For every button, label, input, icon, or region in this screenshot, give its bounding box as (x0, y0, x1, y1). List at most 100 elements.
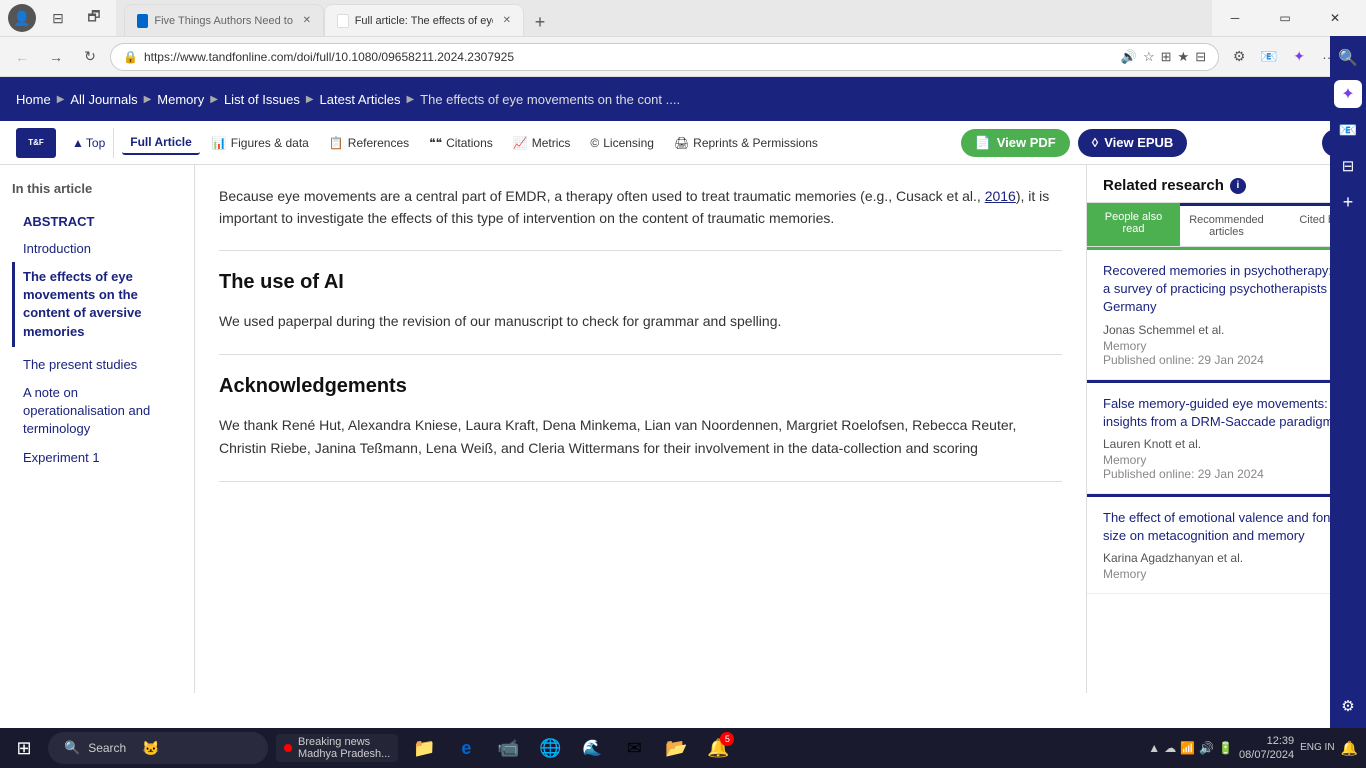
taskbar-search-text: Search (88, 741, 126, 755)
restore-icon[interactable]: 🗗 (80, 4, 108, 32)
back-button[interactable]: ← (8, 43, 36, 71)
related-item-2-title[interactable]: False memory-guided eye movements: insig… (1103, 395, 1350, 431)
taskbar-clock[interactable]: 12:39 08/07/2024 (1239, 734, 1294, 763)
collections-icon[interactable]: ⊟ (1195, 49, 1206, 65)
tab1-close[interactable]: ✕ (303, 15, 311, 26)
reprints-btn[interactable]: 🖨 Reprints & Permissions (666, 132, 826, 154)
tab-2[interactable]: Full article: The effects of eye mo... ✕ (324, 4, 524, 36)
edge-side-settings-icon[interactable]: ⚙ (1334, 692, 1362, 693)
sidebar-effects[interactable]: The effects of eye movements on the cont… (12, 262, 182, 347)
language-indicator[interactable]: ENG IN (1300, 742, 1334, 754)
full-article-btn[interactable]: Full Article (122, 131, 200, 155)
related-item-1-author: Jonas Schemmel et al. (1103, 323, 1350, 337)
maximize-button[interactable]: ▭ (1262, 0, 1308, 36)
url-bar[interactable]: 🔒 https://www.tandfonline.com/doi/full/1… (110, 43, 1219, 71)
taskbar: ⊞ 🔍 Search 🐱 Breaking news Madhya Prades… (0, 728, 1366, 768)
related-item-1: Recovered memories in psychotherapy: a s… (1087, 247, 1366, 380)
view-pdf-button[interactable]: 📄 View PDF (961, 129, 1070, 157)
references-btn[interactable]: 📋 References (321, 132, 417, 154)
related-item-3-title[interactable]: The effect of emotional valence and font… (1103, 509, 1350, 545)
favorites-icon[interactable]: ★ (1178, 49, 1190, 65)
start-button[interactable]: ⊞ (8, 732, 40, 764)
latest-articles-link[interactable]: Latest Articles (320, 92, 401, 107)
licensing-btn[interactable]: © Licensing (582, 132, 662, 154)
tab-groups-icon[interactable]: ⊟ (44, 4, 72, 32)
acknowledgements-heading: Acknowledgements (219, 375, 1062, 398)
left-sidebar: In this article ABSTRACT Introduction Th… (0, 165, 195, 693)
taskbar-mail[interactable]: ✉ (616, 730, 652, 766)
minimize-button[interactable]: ─ (1212, 0, 1258, 36)
sidebar-introduction[interactable]: Introduction (12, 235, 182, 262)
tab-icon[interactable]: ⊞ (1161, 49, 1172, 65)
new-tab-button[interactable]: + (524, 8, 556, 36)
sidebar-present-studies[interactable]: The present studies (12, 351, 182, 378)
taskbar-search-box[interactable]: 🔍 Search 🐱 (48, 732, 268, 764)
reprints-icon: 🖨 (674, 136, 689, 150)
address-bar: ← → ↻ 🔒 https://www.tandfonline.com/doi/… (0, 37, 1366, 77)
notifications-bell[interactable]: 🔔 (1341, 740, 1358, 757)
close-button[interactable]: ✕ (1312, 0, 1358, 36)
tray-up-arrow[interactable]: ▲ (1148, 741, 1160, 755)
people-also-read-tab[interactable]: People also read (1087, 203, 1180, 246)
intro-text-1: Because eye movements are a central part… (219, 188, 985, 204)
edge-side-collections-icon[interactable]: ⊟ (1334, 165, 1362, 180)
tab2-favicon (337, 14, 349, 28)
taskbar-edge-2[interactable]: 🌊 (574, 730, 610, 766)
current-date: 08/07/2024 (1239, 748, 1294, 762)
sidebar-abstract[interactable]: ABSTRACT (12, 208, 182, 235)
references-icon: 📋 (329, 136, 344, 150)
edge-sidebar: 🔍 ✦ 📧 ⊟ + ⚙ (1330, 165, 1366, 693)
related-item-2-author: Lauren Knott et al. (1103, 437, 1350, 451)
related-item-1-title[interactable]: Recovered memories in psychotherapy: a s… (1103, 262, 1350, 317)
copilot-icon[interactable]: ✦ (1285, 43, 1313, 71)
metrics-btn[interactable]: 📈 Metrics (505, 132, 579, 154)
cloud-icon[interactable]: ☁ (1164, 741, 1176, 755)
read-aloud-icon[interactable]: 🔊 (1121, 49, 1137, 65)
citations-icon: ❝❝ (429, 136, 442, 150)
metrics-icon: 📈 (513, 136, 528, 150)
sidebar-experiment1[interactable]: Experiment 1 (12, 444, 182, 471)
tab1-favicon (137, 14, 148, 28)
related-item-3-author: Karina Agadzhanyan et al. (1103, 551, 1350, 565)
outlook-icon[interactable]: 📧 (1255, 43, 1283, 71)
all-journals-link[interactable]: All Journals (70, 92, 137, 107)
citations-btn[interactable]: ❝❝ Citations (421, 132, 501, 154)
related-research-info-icon[interactable]: i (1230, 178, 1246, 194)
related-research-header: Related research i (1087, 165, 1366, 203)
tab2-label: Full article: The effects of eye mo... (355, 15, 493, 27)
taskbar-folder[interactable]: 📂 (658, 730, 694, 766)
browser-essentials-icon[interactable]: ⚙ (1225, 43, 1253, 71)
news-sub-text: Madhya Pradesh... (298, 748, 390, 760)
related-item-2: False memory-guided eye movements: insig… (1087, 380, 1366, 494)
taskbar-zoom[interactable]: 📹 (490, 730, 526, 766)
tab2-close[interactable]: ✕ (503, 15, 511, 26)
tab-1[interactable]: Five Things Authors Need to Kno... ✕ (124, 4, 324, 36)
breadcrumb-current: The effects of eye movements on the cont… (420, 92, 680, 107)
sidebar-note[interactable]: A note on operationalisation and termino… (12, 378, 182, 445)
intro-link[interactable]: 2016 (985, 188, 1016, 204)
figures-icon: 📊 (212, 136, 227, 150)
battery-icon[interactable]: 🔋 (1218, 741, 1233, 755)
edge-side-add-icon[interactable]: + (1334, 188, 1362, 216)
refresh-button[interactable]: ↻ (76, 43, 104, 71)
home-link[interactable]: Home (16, 92, 51, 107)
taskbar-news[interactable]: Breaking news Madhya Pradesh... (276, 734, 398, 762)
in-article-label: In this article (12, 181, 182, 196)
forward-button[interactable]: → (42, 43, 70, 71)
profile-icon[interactable]: 👤 (8, 4, 36, 32)
view-epub-button[interactable]: ◊ View EPUB (1078, 129, 1188, 157)
taskbar-notifications[interactable]: 🔔 5 (700, 730, 736, 766)
taskbar-edge[interactable]: e (448, 730, 484, 766)
memory-link[interactable]: Memory (157, 92, 204, 107)
taskbar-file-explorer[interactable]: 📁 (406, 730, 442, 766)
figures-data-btn[interactable]: 📊 Figures & data (204, 132, 317, 154)
recommended-articles-tab[interactable]: Recommended articles (1180, 203, 1273, 246)
add-to-favorites-icon[interactable]: ☆ (1143, 49, 1155, 65)
network-icon[interactable]: 📶 (1180, 741, 1195, 755)
audio-icon[interactable]: 🔊 (1199, 741, 1214, 755)
list-of-issues-link[interactable]: List of Issues (224, 92, 300, 107)
taskbar-chrome[interactable]: 🌐 (532, 730, 568, 766)
intro-paragraph: Because eye movements are a central part… (219, 185, 1062, 230)
top-link[interactable]: ▲ Top (72, 136, 105, 150)
related-research-title: Related research (1103, 177, 1224, 194)
